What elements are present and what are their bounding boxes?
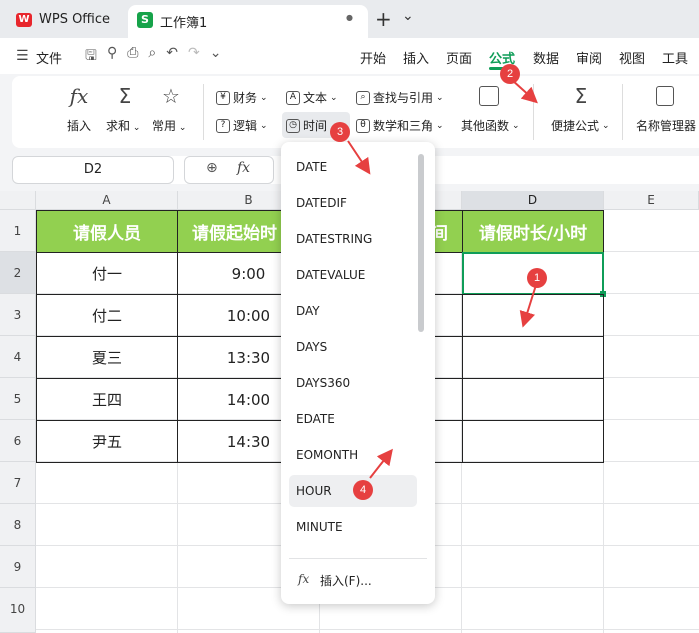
arrow-3	[347, 140, 371, 175]
arrow-4	[369, 448, 393, 479]
annotation-badge-3: 3	[330, 122, 350, 142]
arrow-1	[519, 284, 537, 328]
annotation-badge-2: 2	[500, 64, 520, 84]
arrow-2	[511, 79, 538, 104]
annotation-arrows	[347, 79, 538, 479]
annotation-badge-4: 4	[353, 480, 373, 500]
annotation-badge-1: 1	[527, 268, 547, 288]
